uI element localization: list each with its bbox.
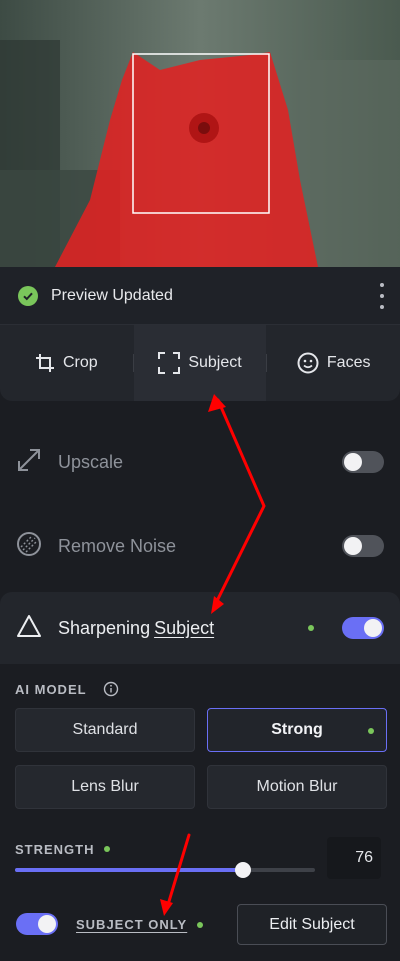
ai-model-title: AI MODEL	[15, 682, 87, 697]
tab-crop[interactable]: Crop	[0, 325, 133, 401]
sharpening-subject-link[interactable]: Subject	[154, 618, 214, 639]
subject-only-toggle[interactable]	[16, 913, 58, 935]
tab-subject[interactable]: Subject	[133, 325, 267, 401]
annotation-arrow-line	[212, 398, 266, 609]
subject-only-dot	[197, 922, 203, 928]
crop-icon	[35, 353, 55, 373]
tab-subject-label: Subject	[188, 354, 242, 371]
status-text: Preview Updated	[51, 286, 173, 304]
model-strong-label: Strong	[271, 721, 323, 738]
tab-bar: Crop Subject Faces	[0, 325, 400, 401]
strength-slider-fill	[15, 868, 243, 872]
status-bar: Preview Updated	[0, 267, 400, 325]
strength-changed-dot	[104, 846, 110, 852]
upscale-row[interactable]: Upscale	[0, 436, 400, 488]
remove-noise-label: Remove Noise	[58, 535, 177, 556]
sharpening-label: Sharpening	[58, 617, 151, 638]
strength-title: STRENGTH	[15, 842, 95, 857]
model-lens-blur-button[interactable]: Lens Blur	[15, 765, 195, 809]
strength-slider-thumb[interactable]	[235, 862, 251, 878]
sharpening-active-dot	[308, 625, 314, 631]
remove-noise-toggle[interactable]	[342, 535, 384, 557]
strength-slider[interactable]	[15, 862, 315, 878]
info-icon[interactable]	[103, 681, 119, 702]
image-preview[interactable]	[0, 0, 400, 267]
subject-only-label[interactable]: SUBJECT ONLY	[76, 917, 187, 932]
tab-faces-label: Faces	[326, 354, 371, 371]
more-options-icon[interactable]	[378, 283, 386, 309]
triangle-icon	[16, 614, 42, 643]
tab-crop-label: Crop	[62, 354, 98, 371]
upscale-label: Upscale	[58, 451, 124, 472]
tab-faces[interactable]: Faces	[267, 325, 400, 401]
model-motion-blur-button[interactable]: Motion Blur	[207, 765, 387, 809]
face-icon	[297, 352, 319, 374]
subject-frame-icon	[158, 352, 181, 374]
edit-subject-button[interactable]: Edit Subject	[237, 904, 387, 945]
upscale-icon	[16, 447, 42, 478]
owl-photo	[0, 0, 400, 267]
selected-dot	[368, 728, 374, 734]
check-circle-icon	[18, 285, 38, 306]
noise-icon	[16, 531, 42, 562]
upscale-toggle[interactable]	[342, 451, 384, 473]
remove-noise-row[interactable]: Remove Noise	[0, 520, 400, 572]
sharpening-toggle[interactable]	[342, 617, 384, 639]
model-standard-button[interactable]: Standard	[15, 708, 195, 752]
strength-value-input[interactable]: 76	[327, 837, 381, 879]
sharpening-header[interactable]: Sharpening Subject	[0, 592, 400, 664]
model-strong-button[interactable]: Strong	[207, 708, 387, 752]
